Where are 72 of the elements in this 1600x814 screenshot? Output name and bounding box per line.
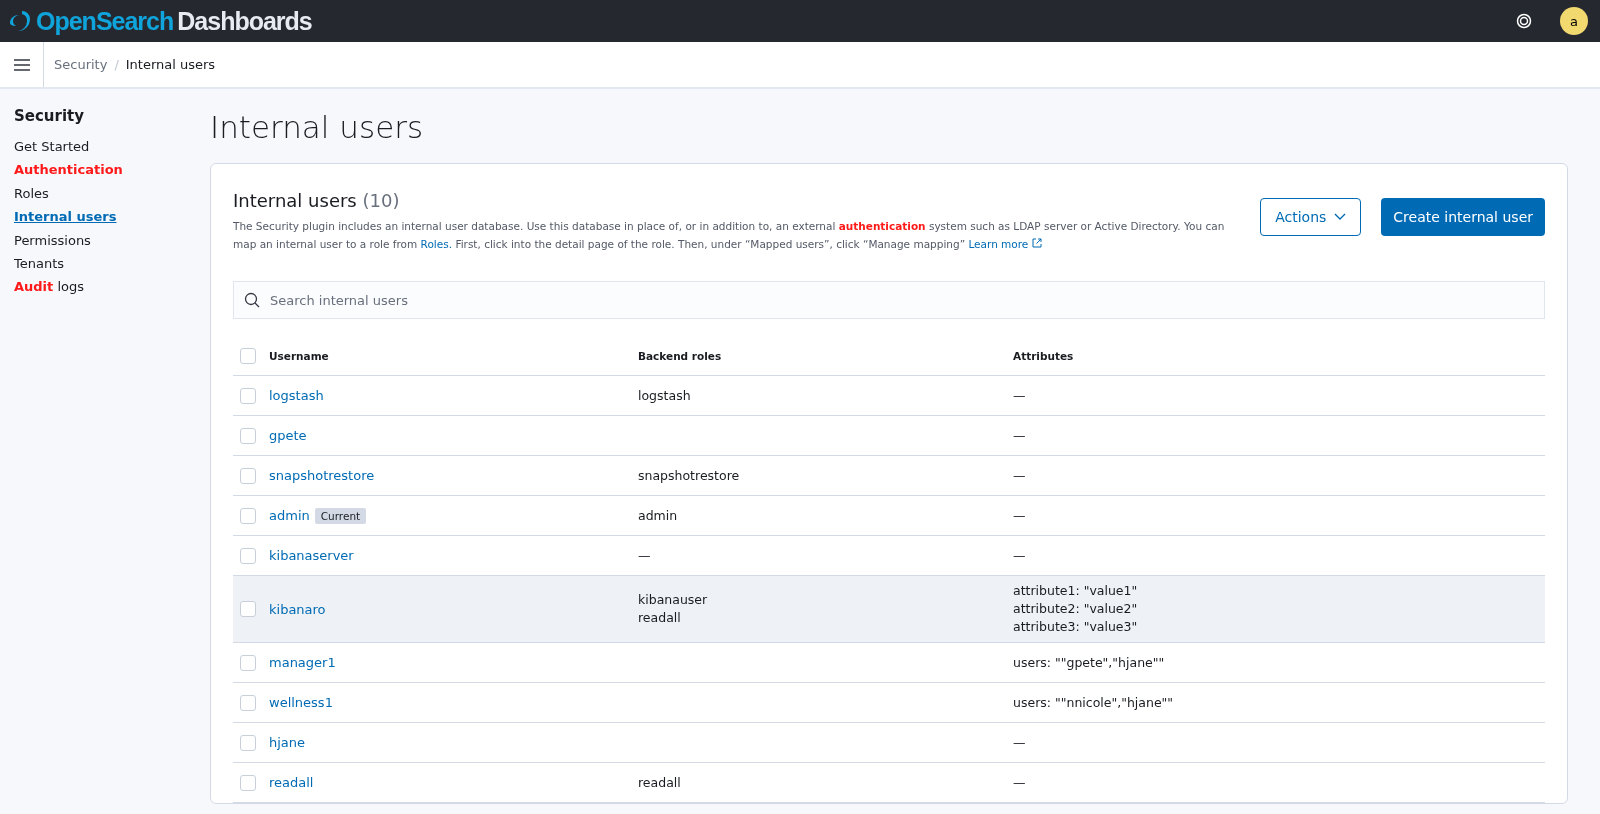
table-cell-text: readall xyxy=(638,611,682,625)
checkbox[interactable] xyxy=(240,348,256,364)
menu-icon xyxy=(13,58,30,71)
table-cell-text: readall xyxy=(638,775,682,790)
panel-title: Internal users (10) xyxy=(233,190,401,211)
username-link[interactable]: kibanaro xyxy=(269,601,326,617)
username-link[interactable]: snapshotrestore xyxy=(269,468,375,483)
username-link[interactable]: wellness1 xyxy=(269,695,333,710)
checkbox[interactable] xyxy=(240,694,256,711)
nav-link[interactable]: Tenants xyxy=(14,252,182,276)
table-cell-text: users: ""gpete","hjane"" xyxy=(1013,655,1166,670)
logo-icon xyxy=(8,9,32,33)
checkbox[interactable] xyxy=(240,467,256,484)
table-cell-text: — xyxy=(1013,735,1027,750)
logo-text: OpenSearch xyxy=(36,6,174,36)
table-cell-text: attribute2: "value2" xyxy=(1013,602,1139,616)
username-link[interactable]: admin xyxy=(269,508,310,523)
checkbox[interactable] xyxy=(240,774,256,791)
nav-link[interactable]: Roles xyxy=(14,181,182,206)
column-header[interactable]: Username xyxy=(269,350,638,362)
table-cell-text: kibanauser xyxy=(638,593,709,607)
username-link[interactable]: logstash xyxy=(269,388,324,403)
username-link[interactable]: readall xyxy=(269,775,314,790)
table-cell-text: logstash xyxy=(638,388,692,403)
description-text: The Security plugin includes an internal user database. Use this database in place of, or in addition to, an external authentication system such as LDAP server or Active Directory. You can map an internal user to a role from Roles. First, click into the detail page of the role. Then, under “Mapped users”, click “Manage mapping” Learn more xyxy=(233,219,1226,252)
username-link[interactable]: kibanaserver xyxy=(269,548,354,563)
nav-link[interactable]: Get Started xyxy=(14,135,182,159)
roles-link[interactable]: Roles. xyxy=(420,238,453,250)
search-field[interactable]: Search internal users xyxy=(233,281,1545,319)
current-badge: Current xyxy=(314,507,367,524)
checkbox[interactable] xyxy=(240,507,256,524)
breadcrumb-separator: / xyxy=(114,57,119,72)
checkbox[interactable] xyxy=(240,547,256,564)
table-cell-text: users: ""nnicole","hjane"" xyxy=(1013,695,1175,710)
table-cell-text: — xyxy=(1013,775,1027,790)
breadcrumb[interactable]: Security xyxy=(54,57,108,72)
table-cell-text: attribute3: "value3" xyxy=(1013,620,1139,634)
search-icon xyxy=(244,292,260,308)
page-title: Internal users xyxy=(210,109,425,145)
logo-text: Dashboards xyxy=(177,6,312,36)
table-cell-text: — xyxy=(1013,548,1027,563)
help-icon[interactable] xyxy=(1516,13,1532,29)
username-link[interactable]: manager1 xyxy=(269,655,336,670)
table-cell-text: — xyxy=(1013,388,1027,403)
username-link[interactable]: gpete xyxy=(269,428,307,443)
table-cell-text: — xyxy=(638,548,652,563)
learn-more-link[interactable]: Learn more xyxy=(968,238,1042,250)
username-link[interactable]: hjane xyxy=(269,735,306,750)
table-cell-text: attribute1: "value1" xyxy=(1013,584,1139,598)
breadcrumb[interactable]: Internal users xyxy=(125,57,216,72)
table-cell-text: — xyxy=(1013,428,1027,443)
checkbox[interactable] xyxy=(240,601,256,617)
table-cell-text: — xyxy=(1013,468,1027,483)
checkbox[interactable] xyxy=(240,427,256,444)
create-user-button[interactable]: Create internal user xyxy=(1381,198,1545,236)
nav-link[interactable]: Audit logs xyxy=(14,275,182,299)
checkbox[interactable] xyxy=(240,654,256,671)
table-cell-text: admin xyxy=(638,508,679,523)
nav-link[interactable]: Authentication xyxy=(14,158,182,182)
nav-link[interactable]: Permissions xyxy=(14,228,182,253)
nav-link[interactable]: Internal users xyxy=(14,205,182,229)
checkbox[interactable] xyxy=(240,734,256,751)
table-cell-text: snapshotrestore xyxy=(638,468,741,483)
user-avatar[interactable]: a xyxy=(1560,7,1588,35)
actions-button[interactable]: Actions xyxy=(1260,198,1362,236)
external-link-icon xyxy=(1031,238,1042,248)
column-header[interactable]: Backend roles xyxy=(638,350,1013,362)
column-header[interactable]: Attributes xyxy=(1013,350,1545,362)
sidebar-title: Security xyxy=(14,107,86,125)
table-cell-text: — xyxy=(1013,508,1027,523)
checkbox[interactable] xyxy=(240,387,256,404)
chevron-down-icon xyxy=(1334,213,1347,221)
